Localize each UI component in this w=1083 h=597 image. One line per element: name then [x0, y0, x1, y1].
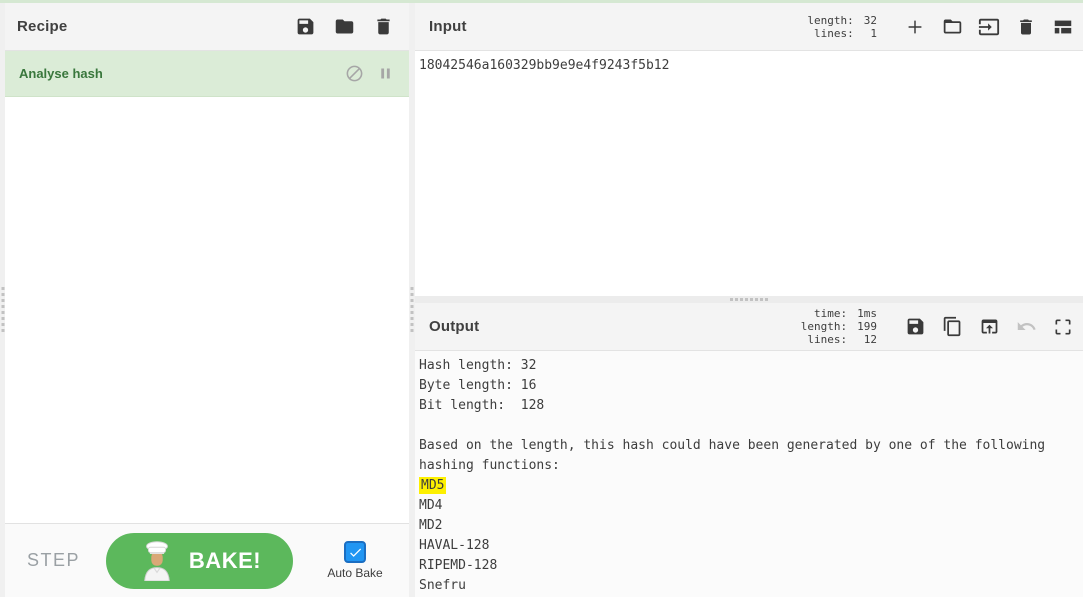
- save-icon: [297, 18, 313, 35]
- disable-operation-button[interactable]: [344, 64, 364, 84]
- splitter-handle-dots[interactable]: [410, 287, 414, 333]
- output-length-label: length:: [800, 320, 848, 333]
- auto-bake-checkbox[interactable]: [344, 541, 366, 563]
- io-column: Input length: 32 lines: 1 18042546a16032…: [415, 3, 1083, 597]
- folder-open-icon: [943, 19, 961, 34]
- reset-layout-button[interactable]: [1051, 15, 1075, 39]
- output-line: RIPEMD-128: [419, 558, 498, 573]
- output-title: Output: [429, 318, 480, 335]
- add-input-tab-button[interactable]: [903, 15, 927, 39]
- auto-bake-label: Auto Bake: [327, 566, 383, 580]
- recipe-panel: Recipe Analyse hash STEP BAKE! Auto Bake: [5, 3, 409, 597]
- highlighted-match: MD5: [419, 477, 447, 494]
- check-icon: [349, 547, 361, 557]
- output-line: MD5: [419, 476, 1079, 496]
- output-header-icons: [903, 315, 1075, 339]
- input-lines-label: lines:: [814, 26, 854, 40]
- recipe-io-splitter[interactable]: [409, 3, 415, 597]
- input-stats: length: 32 lines: 1: [807, 14, 877, 40]
- output-line: Bit length: 128: [419, 398, 545, 413]
- output-text: Hash length: 32 Byte length: 16 Bit length…: [415, 351, 1083, 597]
- fullscreen-icon: [1055, 319, 1071, 334]
- layout-icon: [1054, 20, 1072, 33]
- open-in-browser-icon: [981, 319, 997, 334]
- trash-icon: [1020, 19, 1032, 34]
- input-textarea[interactable]: 18042546a160329bb9e9e4f9243f5b12: [415, 51, 1083, 296]
- clear-io-button[interactable]: [1014, 15, 1038, 39]
- output-length-value: 199: [857, 320, 877, 333]
- output-line: MD2: [419, 518, 443, 533]
- disable-icon: [346, 65, 362, 82]
- output-time-value: 1ms: [857, 307, 877, 320]
- input-length-label: length:: [807, 13, 854, 27]
- output-line: MD4: [419, 498, 443, 513]
- recipe-header-icons: [293, 15, 395, 39]
- operation-controls: [344, 64, 395, 84]
- save-icon: [907, 318, 923, 335]
- input-header-icons: [903, 15, 1075, 39]
- output-time-label: time:: [814, 307, 848, 320]
- clear-recipe-button[interactable]: [371, 15, 395, 39]
- undo-output-button[interactable]: [1014, 315, 1038, 339]
- output-line: Snefru: [419, 578, 466, 593]
- trash-icon: [376, 18, 390, 35]
- input-header: Input length: 32 lines: 1: [415, 3, 1083, 51]
- save-output-button[interactable]: [903, 315, 927, 339]
- breakpoint-operation-button[interactable]: [375, 64, 395, 84]
- output-lines-value: 12: [863, 333, 877, 346]
- bake-button-label: BAKE!: [188, 547, 262, 573]
- recipe-title: Recipe: [17, 18, 68, 35]
- pause-icon: [380, 68, 390, 79]
- open-file-input-button[interactable]: [977, 15, 1001, 39]
- open-folder-input-button[interactable]: [940, 15, 964, 39]
- main-layout: Recipe Analyse hash STEP BAKE! Auto Bake…: [0, 3, 1083, 597]
- input-length-value: 32: [863, 13, 877, 27]
- output-pane: Output time: 1ms length: 199 lines: 12 H…: [415, 303, 1083, 597]
- plus-icon: [908, 20, 922, 33]
- copy-output-button[interactable]: [940, 315, 964, 339]
- cyberchef-app: Recipe Analyse hash STEP BAKE! Auto Bake…: [0, 0, 1083, 597]
- undo-icon: [1017, 322, 1036, 330]
- operation-name: Analyse hash: [19, 66, 103, 81]
- open-output-new-tab-button[interactable]: [977, 315, 1001, 339]
- output-line: HAVAL-128: [419, 538, 490, 553]
- output-line: Byte length: 16: [419, 378, 537, 393]
- output-header: Output time: 1ms length: 199 lines: 12: [415, 303, 1083, 351]
- copy-icon: [943, 316, 960, 337]
- controls-bar: STEP BAKE! Auto Bake: [5, 523, 409, 597]
- auto-bake-control: Auto Bake: [319, 541, 391, 580]
- recipe-drop-area[interactable]: [5, 97, 409, 523]
- bake-button[interactable]: BAKE!: [106, 532, 294, 589]
- output-lines-label: lines:: [807, 333, 848, 346]
- input-output-splitter[interactable]: [415, 296, 1083, 303]
- recipe-header: Recipe: [5, 3, 409, 51]
- splitter-handle-dots[interactable]: [730, 298, 768, 301]
- load-recipe-button[interactable]: [332, 15, 356, 39]
- step-button[interactable]: STEP: [27, 550, 80, 571]
- save-recipe-button[interactable]: [293, 15, 317, 39]
- output-line: hashing functions:: [419, 458, 560, 473]
- output-line: Hash length: 32: [419, 358, 537, 373]
- chef-icon: [144, 540, 170, 581]
- output-line: Based on the length, this hash could hav…: [419, 438, 1046, 453]
- maximise-output-button[interactable]: [1051, 315, 1075, 339]
- input-title: Input: [429, 18, 467, 35]
- output-stats: time: 1ms length: 199 lines: 12: [801, 307, 877, 346]
- operations-recipe-splitter[interactable]: [0, 3, 5, 597]
- input-lines-value: 1: [870, 26, 877, 40]
- splitter-handle-dots[interactable]: [1, 287, 4, 333]
- folder-icon: [335, 19, 353, 34]
- input-arrow-icon: [978, 18, 1000, 35]
- input-pane: Input length: 32 lines: 1 18042546a16032…: [415, 3, 1083, 296]
- recipe-operation-analyse-hash[interactable]: Analyse hash: [5, 51, 409, 97]
